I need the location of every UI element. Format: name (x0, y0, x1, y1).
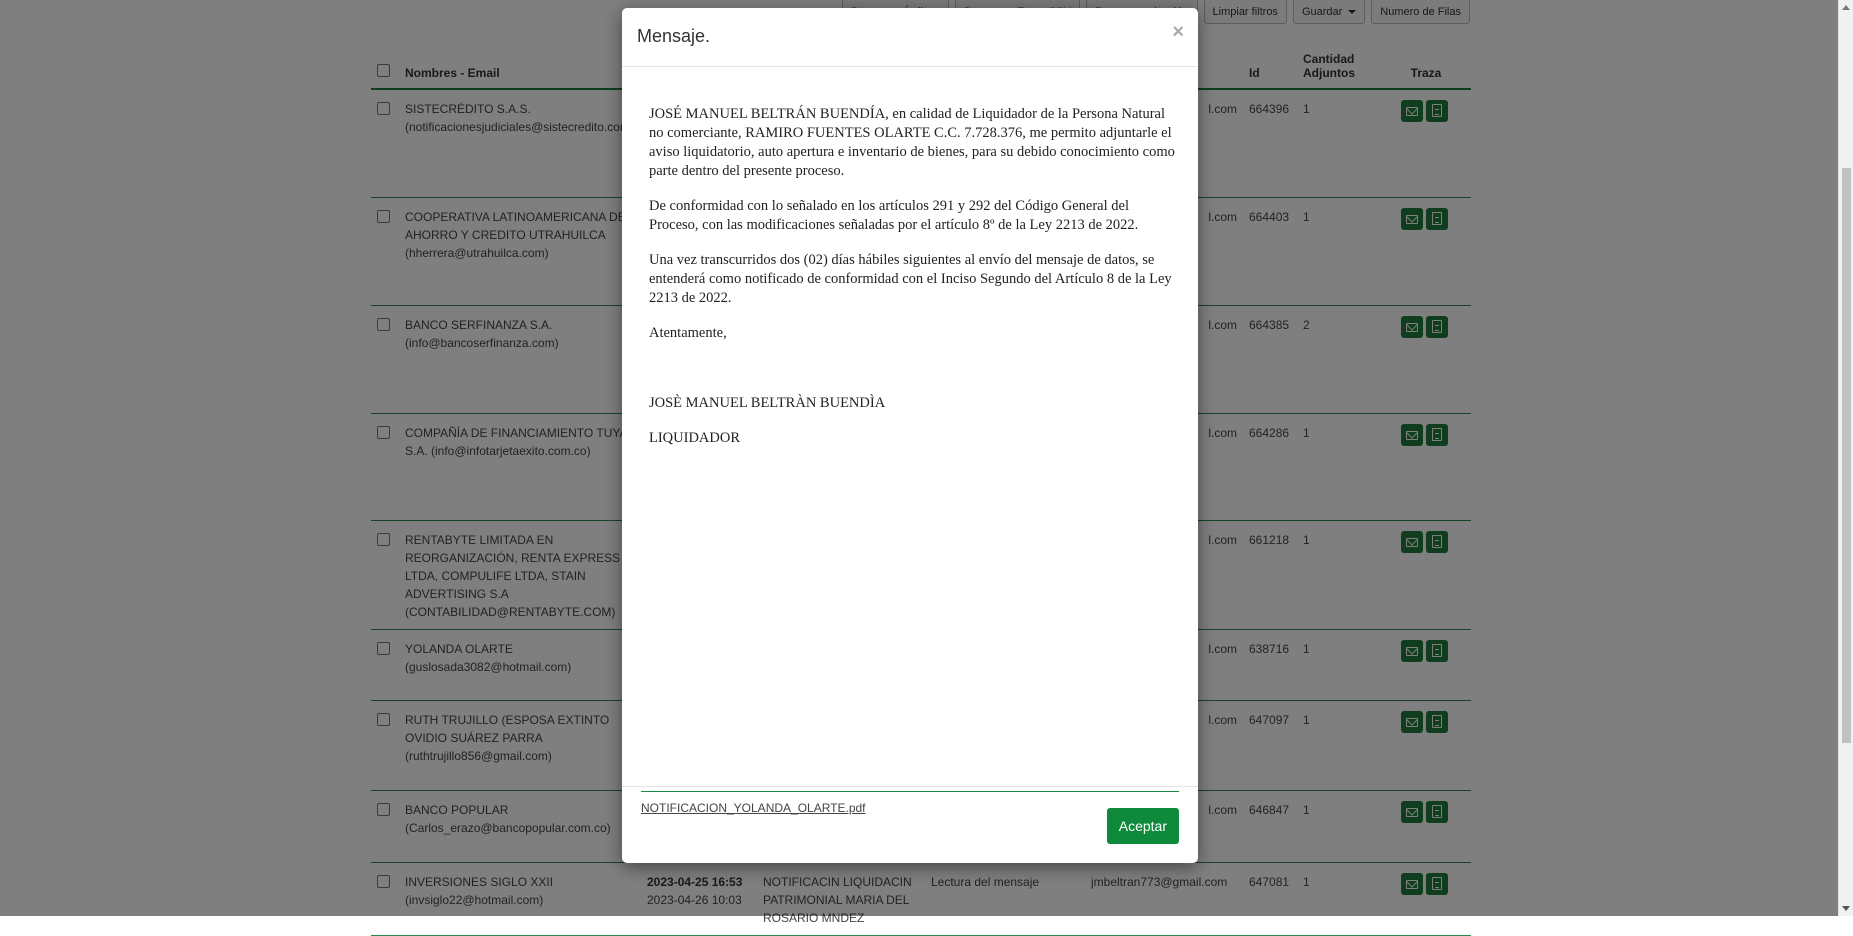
message-paragraph: De conformidad con lo señalado en los ar… (649, 198, 1139, 233)
signature-role: LIQUIDADOR (649, 430, 741, 446)
close-icon[interactable]: × (1172, 22, 1184, 42)
message-paragraph: aviso liquidatorio, auto apertura e inve… (649, 144, 1175, 179)
scroll-thumb[interactable] (1842, 168, 1851, 743)
accept-button[interactable]: Aceptar (1106, 808, 1179, 844)
message-paragraph: JOSÉ MANUEL BELTRÁN BUENDÍA, en calidad … (649, 106, 1172, 141)
modal-footer: Aceptar (622, 786, 1198, 863)
message-paragraph: Atentamente, (649, 325, 727, 341)
modal-body: JOSÉ MANUEL BELTRÁN BUENDÍA, en calidad … (622, 68, 1198, 815)
scroll-down-arrow-icon[interactable] (1842, 906, 1850, 911)
scroll-up-arrow-icon[interactable] (1842, 5, 1850, 10)
message-paragraph: Una vez transcurridos dos (02) días hábi… (649, 252, 1172, 306)
message-modal: Mensaje. × JOSÉ MANUEL BELTRÁN BUENDÍA, … (622, 8, 1198, 863)
message-body: JOSÉ MANUEL BELTRÁN BUENDÍA, en calidad … (649, 105, 1179, 464)
modal-header: Mensaje. × (622, 8, 1198, 67)
vertical-scrollbar[interactable] (1838, 0, 1853, 916)
modal-title: Mensaje. (637, 26, 711, 46)
signature-name: JOSÈ MANUEL BELTRÀN BUENDÌA (649, 395, 886, 411)
